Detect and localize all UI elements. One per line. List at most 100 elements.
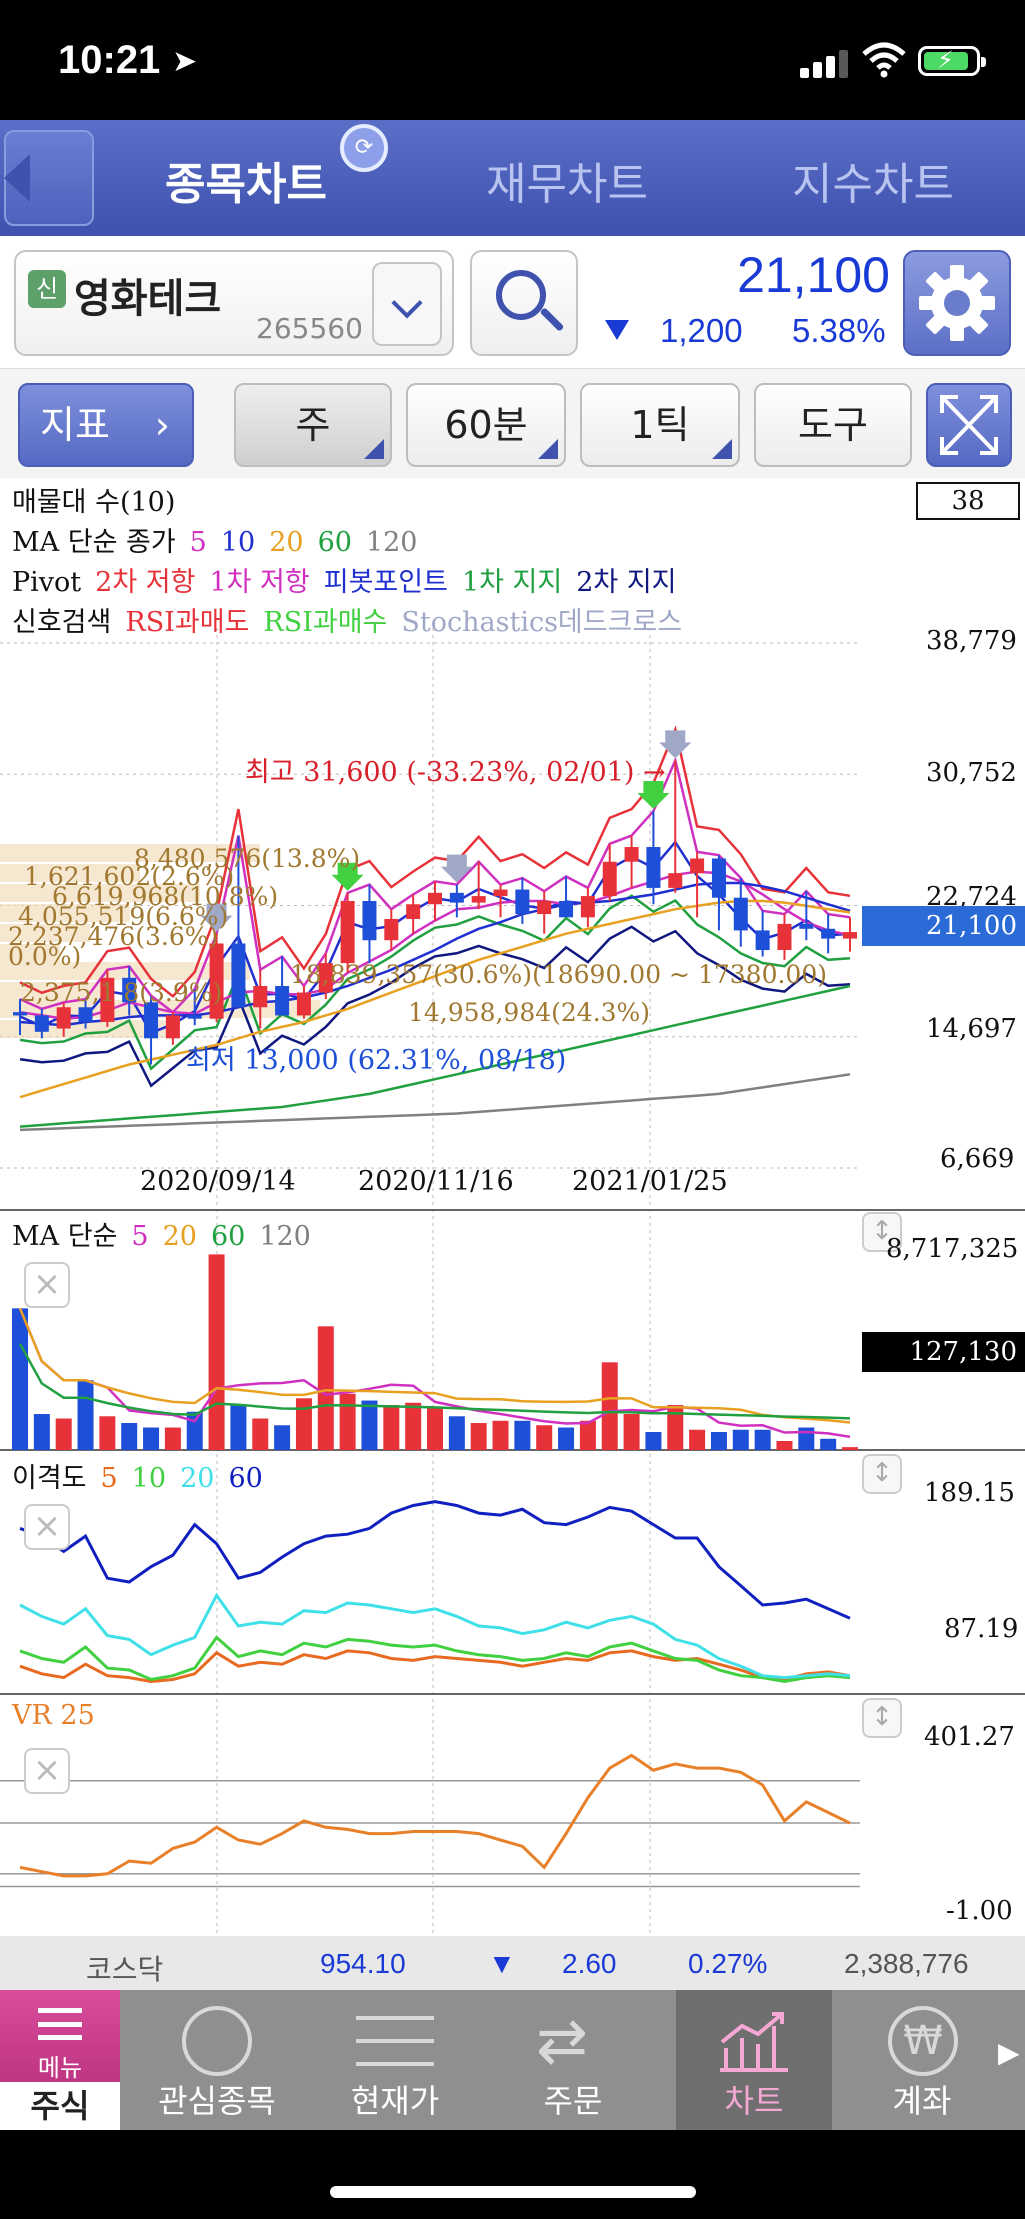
legend-pivot-r2: 2차 저항 xyxy=(95,567,196,598)
candle-body xyxy=(78,1007,93,1022)
bottom-nav-current-price-label: 현재가 xyxy=(350,2082,440,2120)
legend-ma-20: 20 xyxy=(269,527,304,558)
bottom-nav-menu[interactable]: 메뉴 주식 xyxy=(0,1990,120,2130)
annotation-low: 최저 13,000 (62.31%, 08/18) xyxy=(186,1045,567,1076)
candle-body xyxy=(362,900,377,941)
tab-financial-chart[interactable]: 재무차트 xyxy=(486,148,648,212)
chevron-right-icon: › xyxy=(154,403,170,447)
legend-signal-rsi-oversold: RSI과매도 xyxy=(125,607,250,638)
top-navigation: 종목차트 ⟳ 재무차트 지수차트 xyxy=(0,120,1025,236)
price-change-percent: 5.38% xyxy=(792,312,886,349)
bottom-nav-stock-label: 주식 xyxy=(0,2082,120,2130)
bottom-nav-watchlist[interactable]: 관심종목 xyxy=(128,1990,306,2130)
settings-button[interactable] xyxy=(903,250,1011,356)
more-right-icon[interactable]: ▶ xyxy=(998,2036,1020,2069)
fullscreen-button[interactable] xyxy=(926,383,1012,467)
status-bar: 10:21 ➤ ⚡ xyxy=(0,0,1025,120)
candle-body xyxy=(13,1012,27,1016)
volume-bar xyxy=(601,1362,618,1450)
bottom-nav-chart[interactable]: 차트 xyxy=(676,1990,832,2130)
chevron-down-icon[interactable] xyxy=(372,262,442,346)
candle-body xyxy=(187,1015,202,1019)
indicator-button[interactable]: 지표 › xyxy=(18,383,194,467)
bottom-nav-order[interactable]: ⇄ 주문 xyxy=(484,1990,662,2130)
candle-body xyxy=(559,900,574,918)
close-volume-panel-button[interactable]: × xyxy=(24,1262,70,1308)
volume-bar xyxy=(208,1254,225,1450)
y-label-4: 14,697 xyxy=(926,1014,1017,1044)
disparity-y-bottom: 87.19 xyxy=(944,1614,1019,1644)
close-disparity-panel-button[interactable]: × xyxy=(24,1504,70,1550)
resize-handle-icon[interactable]: ↕ xyxy=(862,1698,902,1738)
search-button[interactable] xyxy=(470,250,578,356)
bottom-nav-current-price[interactable]: 현재가 xyxy=(306,1990,484,2130)
volume-bar xyxy=(317,1326,334,1450)
legend-ma-60: 60 xyxy=(317,527,352,558)
legend-signal-rsi-overbought: RSI과매수 xyxy=(263,607,388,638)
chart-toolbar: 지표 › 주 60분 1틱 도구 xyxy=(0,368,1025,478)
close-vr-panel-button[interactable]: × xyxy=(24,1748,70,1794)
back-button[interactable] xyxy=(4,130,94,226)
volume-ma-120: 120 xyxy=(259,1221,311,1252)
vr-line xyxy=(19,1753,851,1878)
volume-bar xyxy=(754,1429,771,1450)
volume-bar xyxy=(448,1416,465,1450)
volume-bar xyxy=(164,1427,181,1450)
bottom-nav-watchlist-label: 관심종목 xyxy=(158,2082,276,2120)
chart-area[interactable]: 매물대 수(10) MA 단순 종가 5 10 20 60 120 Pivot 2차 저항 1… xyxy=(0,478,1025,1936)
period-tick-button[interactable]: 1틱 xyxy=(580,383,740,467)
disparity-20: 20 xyxy=(180,1463,215,1494)
tab-stock-chart[interactable]: 종목차트 xyxy=(165,148,327,212)
legend-signal-stoch: Stochastics데드크로스 xyxy=(401,607,683,638)
volume-bar xyxy=(776,1441,793,1450)
resize-handle-icon[interactable]: ↕ xyxy=(862,1454,902,1494)
vr-y-bottom: -1.00 xyxy=(946,1896,1013,1926)
tools-button[interactable]: 도구 xyxy=(754,383,912,467)
volume-bar xyxy=(361,1400,378,1450)
candle-body xyxy=(296,992,311,1016)
location-arrow-icon: ➤ xyxy=(172,44,198,79)
vp-label: 2,375,1 8(3.9%) xyxy=(20,978,223,1007)
bottom-nav-chart-label: 차트 xyxy=(724,2082,784,2120)
legend-ma-120: 120 xyxy=(365,527,418,558)
candle-body xyxy=(711,858,726,898)
volume-bar xyxy=(645,1432,662,1450)
vp-label: 18,839,357(30.6%)(18690.00 ~ 17380.00) xyxy=(290,960,827,989)
volume-bar xyxy=(55,1418,72,1450)
annotation-high: 최고 31,600 (-33.23%, 02/01) → xyxy=(245,757,666,788)
disparity-60-line xyxy=(19,1500,851,1620)
stock-selector[interactable]: 신 영화테크 265560 xyxy=(14,250,454,356)
sync-badge-icon[interactable]: ⟳ xyxy=(340,124,388,172)
dropdown-corner-icon xyxy=(712,439,732,459)
candle-body xyxy=(668,873,683,888)
candle-body xyxy=(471,896,486,903)
candle-body xyxy=(449,892,464,903)
legend-ma-label: MA 단순 종가 xyxy=(12,527,176,558)
period-60min-button[interactable]: 60분 xyxy=(406,383,566,467)
market-index-bar[interactable]: 코스닥 954.10 ▼ 2.60 0.27% 2,388,776 xyxy=(0,1936,1025,1990)
bottom-nav-account[interactable]: ₩ 계좌 xyxy=(846,1990,998,2130)
volume-bar xyxy=(667,1405,684,1450)
legend-signal-label: 신호검색 xyxy=(12,607,112,638)
candle-body xyxy=(428,892,442,905)
candle-body xyxy=(799,923,814,929)
stock-code: 265560 xyxy=(256,312,363,345)
chart-icon xyxy=(720,2012,788,2072)
legend-pivot-s1: 1차 지지 xyxy=(461,567,563,598)
y-label-5: 6,669 xyxy=(940,1144,1015,1174)
vr-y-top: 401.27 xyxy=(924,1722,1015,1752)
disparity-y-top: 189.15 xyxy=(924,1478,1015,1508)
volume-ma-20-line xyxy=(18,1307,851,1424)
volume-bar xyxy=(689,1429,706,1450)
candle-body xyxy=(384,918,399,941)
tab-index-chart[interactable]: 지수차트 xyxy=(792,148,954,212)
volume-bar xyxy=(536,1425,553,1450)
volume-bar xyxy=(339,1393,356,1450)
period-weekly-button[interactable]: 주 xyxy=(234,383,392,467)
date-label-3: 2021/01/25 xyxy=(572,1166,728,1197)
vr-legend: VR 25 xyxy=(12,1700,95,1731)
volume-bar xyxy=(33,1414,50,1450)
tools-label: 도구 xyxy=(798,403,868,447)
bar-count-box[interactable]: 38 xyxy=(916,482,1020,520)
home-indicator xyxy=(330,2186,696,2198)
